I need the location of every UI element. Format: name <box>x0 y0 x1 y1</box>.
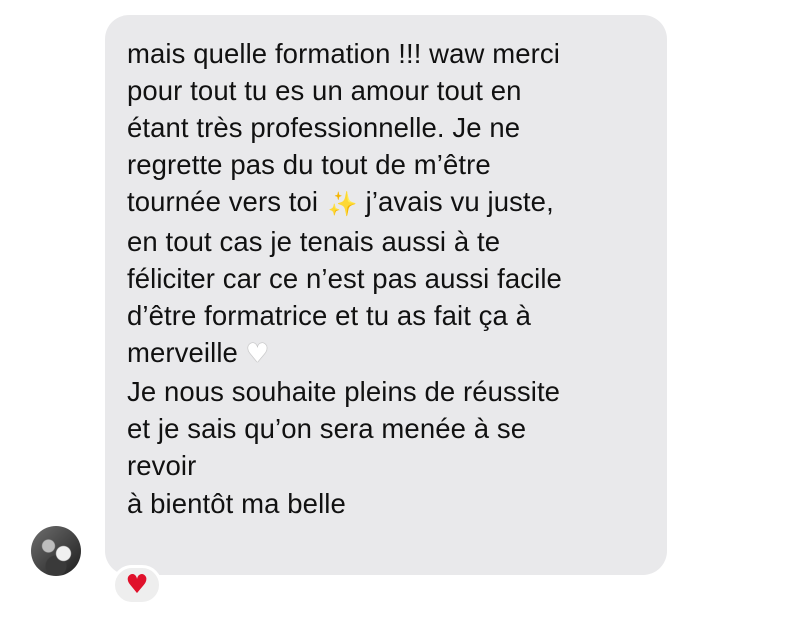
sparkles-emoji-icon: ✨ <box>327 189 358 218</box>
heart-reaction-icon: ♥ <box>125 570 149 600</box>
heart-reaction-badge[interactable]: ♥ <box>112 565 162 605</box>
message-line: Je nous souhaite pleins de réussite <box>127 376 561 408</box>
message-text: merveille <box>127 336 238 368</box>
message-line-with-emoji: tournée vers toi ✨ j’avais vu juste, <box>127 183 645 222</box>
message-line: mais quelle formation !!! waw merci <box>127 38 560 69</box>
message-text: j’avais vu juste, <box>365 186 554 218</box>
message-line-with-emoji: merveille ♥ <box>127 334 645 373</box>
message-line: féliciter car ce n’est pas aussi facile <box>127 262 562 294</box>
sender-avatar[interactable] <box>31 526 81 576</box>
message-line: revoir <box>127 450 197 482</box>
message-line: pour tout tu es un amour tout en <box>127 75 522 107</box>
message-line: en tout cas je tenais aussi à te <box>127 225 501 257</box>
white-heart-emoji-icon: ♥ <box>245 339 270 370</box>
message-text: tournée vers toi <box>127 186 319 218</box>
message-line: regrette pas du tout de m’être <box>127 149 491 181</box>
message-line: d’être formatrice et tu as fait ça à <box>127 299 532 331</box>
message-line: et je sais qu’on sera menée à se <box>127 413 527 445</box>
message-line: étant très professionnelle. Je ne <box>127 112 521 144</box>
message-line: à bientôt ma belle <box>127 487 346 519</box>
message-bubble[interactable]: mais quelle formation !!! waw merci pour… <box>105 15 667 575</box>
